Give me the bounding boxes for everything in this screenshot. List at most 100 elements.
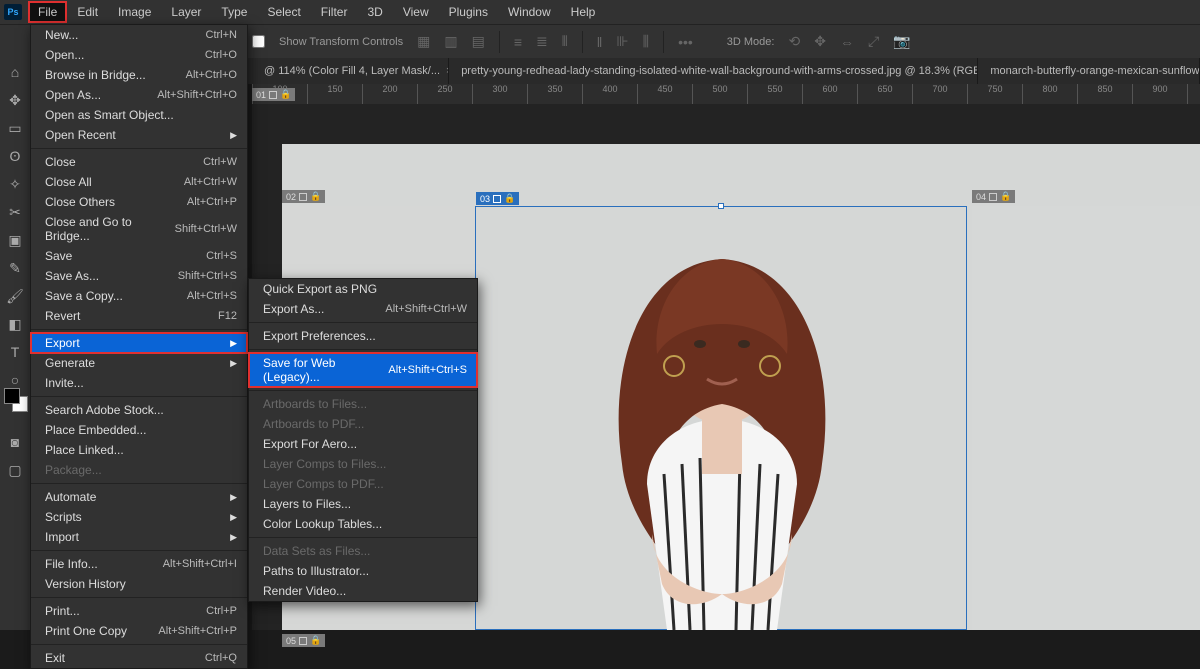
- menu-layer[interactable]: Layer: [161, 1, 211, 23]
- menu-window[interactable]: Window: [498, 1, 561, 23]
- move-tool-icon[interactable]: ✥: [5, 90, 25, 110]
- export-menu-item[interactable]: Paths to Illustrator...: [249, 561, 477, 581]
- file-menu-item[interactable]: Place Linked...: [31, 440, 247, 460]
- menu-shortcut: Ctrl+P: [206, 605, 237, 617]
- marquee-tool-icon[interactable]: ▭: [5, 118, 25, 138]
- show-transform-checkbox[interactable]: [252, 35, 265, 48]
- file-menu-item[interactable]: Print One CopyAlt+Shift+Ctrl+P: [31, 621, 247, 641]
- shape-tool-icon[interactable]: ○: [5, 370, 25, 390]
- distribute-icon[interactable]: ⫴: [562, 33, 568, 50]
- artboard[interactable]: 01🔒: [252, 104, 1172, 156]
- file-menu-item[interactable]: Place Embedded...: [31, 420, 247, 440]
- file-menu-item[interactable]: Revert F12: [31, 306, 247, 326]
- menu-shortcut: Alt+Shift+Ctrl+W: [385, 303, 467, 315]
- transform-handle[interactable]: [718, 203, 724, 209]
- file-menu-item[interactable]: Scripts▶: [31, 507, 247, 527]
- brush-tool-icon[interactable]: 🖌: [5, 286, 25, 306]
- file-menu-item[interactable]: Open as Smart Object...: [31, 105, 247, 125]
- export-menu-item[interactable]: Export Preferences...: [249, 326, 477, 346]
- menu-filter[interactable]: Filter: [311, 1, 358, 23]
- align-icon[interactable]: ▤: [472, 33, 485, 50]
- file-menu-item[interactable]: Open As...Alt+Shift+Ctrl+O: [31, 85, 247, 105]
- menu-shortcut: F12: [218, 310, 237, 322]
- artboard[interactable]: 04🔒: [972, 206, 1200, 630]
- document-tab[interactable]: pretty-young-redhead-lady-standing-isola…: [449, 58, 978, 84]
- screenmode-icon[interactable]: ▢: [5, 460, 25, 480]
- file-menu-item[interactable]: Print...Ctrl+P: [31, 601, 247, 621]
- 3d-pan-icon[interactable]: ✥: [814, 33, 826, 50]
- file-menu-item[interactable]: Automate▶: [31, 487, 247, 507]
- export-menu-item[interactable]: Render Video...: [249, 581, 477, 601]
- file-menu-item[interactable]: Close AllAlt+Ctrl+W: [31, 172, 247, 192]
- file-menu-item[interactable]: Search Adobe Stock...: [31, 400, 247, 420]
- file-menu-item[interactable]: Generate▶: [31, 353, 247, 373]
- menu-shortcut: Alt+Shift+Ctrl+O: [157, 89, 237, 101]
- file-menu-item[interactable]: ExitCtrl+Q: [31, 648, 247, 668]
- menu-shortcut: Alt+Ctrl+P: [187, 196, 237, 208]
- file-menu-item[interactable]: Close OthersAlt+Ctrl+P: [31, 192, 247, 212]
- submenu-arrow-icon: ▶: [230, 492, 237, 503]
- 3d-orbit-icon[interactable]: ⟲: [788, 33, 800, 50]
- menu-help[interactable]: Help: [561, 1, 606, 23]
- 3d-scale-icon[interactable]: ⤢: [868, 33, 879, 50]
- align-icon[interactable]: ▦: [417, 33, 430, 50]
- export-menu-item[interactable]: Export For Aero...: [249, 434, 477, 454]
- gradient-tool-icon[interactable]: ◧: [5, 314, 25, 334]
- export-menu-item[interactable]: Layers to Files...: [249, 494, 477, 514]
- menu-item-label: Close: [45, 155, 76, 169]
- color-swatches[interactable]: [4, 388, 28, 412]
- distribute-icon[interactable]: ≡: [514, 34, 522, 50]
- file-menu-item[interactable]: New...Ctrl+N: [31, 25, 247, 45]
- eyedropper-tool-icon[interactable]: ✎: [5, 258, 25, 278]
- file-menu-item[interactable]: Browse in Bridge...Alt+Ctrl+O: [31, 65, 247, 85]
- more-icon[interactable]: •••: [678, 34, 693, 50]
- file-menu-item[interactable]: Version History: [31, 574, 247, 594]
- distribute-icon[interactable]: ≣: [536, 33, 548, 50]
- menu-shortcut: Alt+Shift+Ctrl+P: [158, 625, 237, 637]
- export-menu-item[interactable]: Quick Export as PNG: [249, 279, 477, 299]
- file-menu-item[interactable]: Close Ctrl+W: [31, 152, 247, 172]
- align-icon[interactable]: ▥: [444, 33, 457, 50]
- file-menu-item[interactable]: File Info...Alt+Shift+Ctrl+I: [31, 554, 247, 574]
- menu-plugins[interactable]: Plugins: [439, 1, 498, 23]
- menu-3d[interactable]: 3D: [357, 1, 392, 23]
- menu-file[interactable]: File: [28, 1, 67, 23]
- menu-select[interactable]: Select: [257, 1, 310, 23]
- menu-item-label: Layer Comps to PDF...: [263, 477, 384, 491]
- menu-item-label: Revert: [45, 309, 80, 323]
- file-menu-item[interactable]: Close and Go to Bridge...Shift+Ctrl+W: [31, 212, 247, 246]
- file-menu-item[interactable]: Save As...Shift+Ctrl+S: [31, 266, 247, 286]
- document-tab[interactable]: @ 114% (Color Fill 4, Layer Mask/... ×: [252, 58, 449, 84]
- menu-shortcut: Ctrl+W: [203, 156, 237, 168]
- file-menu-item[interactable]: Import▶: [31, 527, 247, 547]
- menu-edit[interactable]: Edit: [67, 1, 108, 23]
- crop-tool-icon[interactable]: ✂: [5, 202, 25, 222]
- 3d-slide-icon[interactable]: ⇔: [840, 34, 854, 50]
- menu-view[interactable]: View: [393, 1, 439, 23]
- file-menu-item[interactable]: Open Recent▶: [31, 125, 247, 145]
- menu-image[interactable]: Image: [108, 1, 161, 23]
- file-menu-item[interactable]: Invite...: [31, 373, 247, 393]
- export-menu-item[interactable]: Export As...Alt+Shift+Ctrl+W: [249, 299, 477, 319]
- distribute-icon[interactable]: ⫼: [643, 33, 649, 50]
- menu-type[interactable]: Type: [211, 1, 257, 23]
- file-menu-item[interactable]: Save a Copy...Alt+Ctrl+S: [31, 286, 247, 306]
- file-menu-item[interactable]: SaveCtrl+S: [31, 246, 247, 266]
- quickmask-icon[interactable]: ◙: [5, 432, 25, 452]
- export-menu-item[interactable]: Save for Web (Legacy)...Alt+Shift+Ctrl+S: [249, 353, 477, 387]
- lasso-tool-icon[interactable]: ʘ: [5, 146, 25, 166]
- document-tab[interactable]: monarch-butterfly-orange-mexican-sunflow…: [978, 58, 1200, 84]
- type-tool-icon[interactable]: T: [5, 342, 25, 362]
- frame-tool-icon[interactable]: ▣: [5, 230, 25, 250]
- distribute-icon[interactable]: ‖: [597, 34, 603, 50]
- distribute-icon[interactable]: ⊪: [616, 33, 628, 50]
- export-menu-item[interactable]: Color Lookup Tables...: [249, 514, 477, 534]
- menu-shortcut: Alt+Ctrl+S: [187, 290, 237, 302]
- 3d-camera-icon[interactable]: 📷: [893, 33, 910, 50]
- menu-shortcut: Ctrl+O: [205, 49, 237, 61]
- file-menu-item[interactable]: Open...Ctrl+O: [31, 45, 247, 65]
- wand-tool-icon[interactable]: ✧: [5, 174, 25, 194]
- menu-item-label: Invite...: [45, 376, 84, 390]
- home-icon[interactable]: ⌂: [5, 62, 25, 82]
- file-menu-item[interactable]: Export▶: [31, 333, 247, 353]
